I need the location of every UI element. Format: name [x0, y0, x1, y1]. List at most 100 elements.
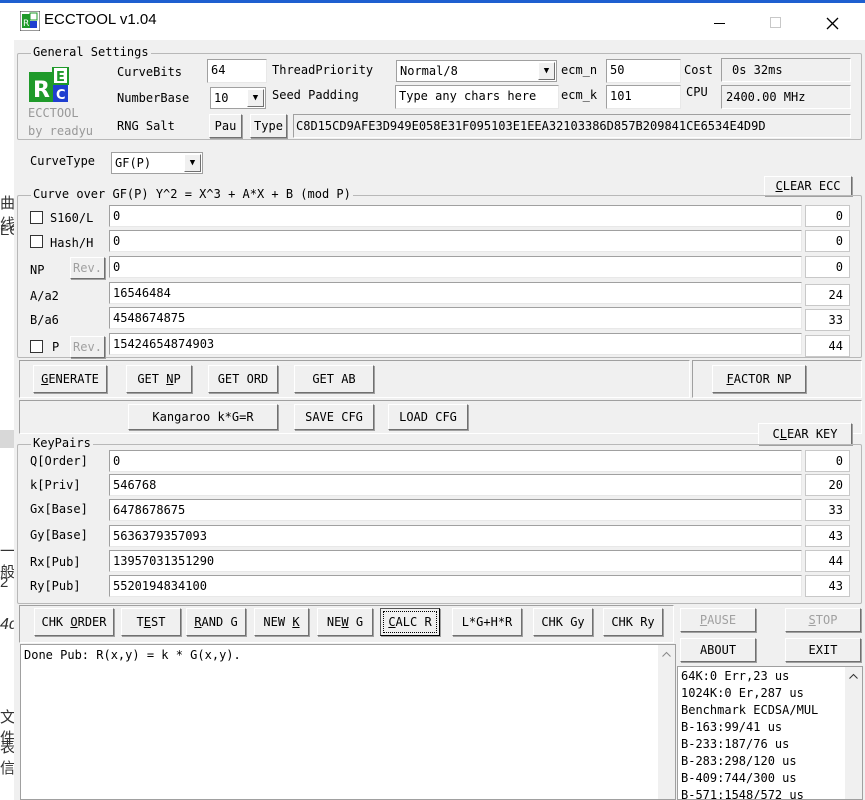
seed-padding-input[interactable]: Type any chars here: [395, 85, 559, 109]
rng-salt-label: RNG Salt: [117, 119, 175, 133]
rand-g-button[interactable]: RAND G: [186, 608, 246, 636]
output-scrollbar[interactable]: [658, 645, 675, 799]
close-button[interactable]: [812, 9, 852, 37]
generate-button[interactable]: GENERATE: [33, 365, 107, 393]
logo-caption: by readyu: [28, 124, 94, 138]
get-ab-button[interactable]: GET AB: [294, 365, 374, 393]
gy-count: 43: [805, 525, 850, 547]
numberbase-select[interactable]: 10 ▼: [210, 87, 266, 109]
rx-field[interactable]: 13957031351290: [109, 550, 802, 572]
ecctool-logo: REC: [29, 66, 69, 103]
bg-fragment: 2: [0, 574, 9, 591]
svg-text:R: R: [33, 78, 50, 103]
clear-ecc-button[interactable]: CLEAR ECC: [764, 176, 852, 196]
pau-button[interactable]: Pau: [209, 114, 242, 138]
curve-group-label: Curve over GF(P) Y^2 = X^3 + A*X + B (mo…: [31, 187, 353, 201]
save-cfg-button[interactable]: SAVE CFG: [294, 404, 374, 430]
kangaroo-button[interactable]: Kangaroo k*G=R: [128, 404, 278, 430]
a-count: 24: [805, 284, 850, 306]
curvebits-field[interactable]: 64: [207, 59, 267, 83]
ecm-k-label: ecm_k: [561, 88, 598, 102]
curve-row-label: S160/L: [50, 211, 94, 225]
curve-row-label: NP: [30, 263, 45, 277]
priv-field[interactable]: 546768: [109, 474, 802, 496]
scroll-up-icon[interactable]: [849, 673, 858, 679]
benchmark-line: B-571:1548/572 us: [681, 788, 804, 800]
hash-field[interactable]: 0: [109, 230, 802, 252]
maximize-icon: [770, 17, 781, 28]
benchmark-lines: 64K:0 Err,23 us 1024K:0 Er,287 us Benchm…: [681, 668, 818, 800]
title-bar[interactable]: R ECCTOOL v1.04: [0, 0, 865, 40]
logo-caption: ECCTOOL: [28, 106, 79, 120]
s160-count: 0: [805, 205, 850, 227]
chk-gy-button[interactable]: CHK Gy: [533, 608, 593, 636]
benchmark-line: B-283:298/120 us: [681, 754, 797, 768]
np-rev-button[interactable]: Rev.: [70, 257, 105, 279]
b-field[interactable]: 4548674875: [109, 307, 802, 329]
gx-field[interactable]: 6478678675: [109, 499, 802, 521]
lgh-button[interactable]: L*G+H*R: [452, 608, 522, 636]
threadpriority-value: Normal/8: [400, 64, 458, 78]
exit-button[interactable]: EXIT: [785, 638, 861, 662]
load-cfg-button[interactable]: LOAD CFG: [388, 404, 468, 430]
ry-count: 43: [805, 575, 850, 597]
type-button[interactable]: Type: [250, 114, 287, 138]
chk-ry-button[interactable]: CHK Ry: [603, 608, 663, 636]
pause-button[interactable]: PAUSE: [680, 608, 756, 632]
s160-field[interactable]: 0: [109, 205, 802, 227]
a-field[interactable]: 16546484: [109, 282, 802, 304]
about-button[interactable]: ABOUT: [680, 638, 756, 662]
scroll-up-icon[interactable]: [662, 651, 671, 657]
order-count: 0: [805, 450, 850, 472]
factor-np-button[interactable]: FACTOR NP: [712, 365, 806, 393]
gy-field[interactable]: 5636379357093: [109, 525, 802, 547]
key-row-label: Ry[Pub]: [30, 579, 81, 593]
clear-key-button[interactable]: CLEAR KEY: [758, 423, 852, 445]
chevron-down-icon[interactable]: ▼: [538, 62, 555, 80]
s160-checkbox[interactable]: [30, 211, 43, 224]
chk-order-button[interactable]: CHK ORDER: [34, 608, 114, 636]
svg-text:E: E: [56, 70, 65, 85]
benchmark-list[interactable]: 64K:0 Err,23 us 1024K:0 Er,287 us Benchm…: [677, 666, 863, 800]
get-np-button[interactable]: GET NP: [126, 365, 192, 393]
cpu-label: CPU: [686, 85, 708, 99]
calc-r-button[interactable]: CALC R: [380, 608, 440, 636]
cpu-value: 2400.00 MHz: [721, 85, 851, 109]
gx-count: 33: [805, 499, 850, 521]
ry-field[interactable]: 5520194834100: [109, 575, 802, 597]
curvetype-select[interactable]: GF(P) ▼: [111, 152, 203, 174]
p-field[interactable]: 15424654874903: [109, 333, 802, 355]
curvetype-value: GF(P): [115, 156, 152, 170]
bg-fragment: ECC: [0, 222, 14, 238]
key-row-label: Gy[Base]: [30, 528, 88, 542]
numberbase-value: 10: [214, 91, 229, 105]
chevron-down-icon[interactable]: ▼: [247, 89, 264, 107]
new-g-button[interactable]: NEW G: [317, 608, 373, 636]
p-checkbox[interactable]: [30, 340, 43, 353]
stop-button[interactable]: STOP: [785, 608, 861, 632]
ecm-n-field[interactable]: 50: [606, 59, 681, 83]
close-icon: [826, 17, 839, 30]
test-button[interactable]: TEST: [121, 608, 181, 636]
hash-checkbox[interactable]: [30, 235, 43, 248]
benchmark-line: B-233:187/76 us: [681, 737, 790, 751]
threadpriority-select[interactable]: Normal/8 ▼: [396, 60, 557, 82]
minimize-button[interactable]: [700, 9, 740, 37]
benchmark-scrollbar[interactable]: [845, 667, 862, 799]
new-k-button[interactable]: NEW K: [254, 608, 309, 636]
minimize-icon: [714, 23, 725, 24]
key-row-label: Q[Order]: [30, 454, 88, 468]
threadpriority-label: ThreadPriority: [272, 63, 374, 77]
p-rev-button[interactable]: Rev.: [70, 336, 105, 358]
chevron-down-icon[interactable]: ▼: [184, 154, 201, 172]
keypairs-label: KeyPairs: [31, 436, 93, 450]
np-field[interactable]: 0: [109, 256, 802, 278]
background-window: 曲线 ECC 一般 2 4d 文件 表信: [0, 40, 14, 800]
key-row-label: k[Priv]: [30, 478, 81, 492]
order-field[interactable]: 0: [109, 450, 802, 472]
ecm-k-field[interactable]: 101: [606, 85, 681, 109]
get-ord-button[interactable]: GET ORD: [208, 365, 278, 393]
benchmark-line: B-163:99/41 us: [681, 720, 783, 734]
output-textarea[interactable]: Done Pub: R(x,y) = k * G(x,y).: [20, 644, 676, 800]
maximize-button[interactable]: [755, 9, 795, 37]
